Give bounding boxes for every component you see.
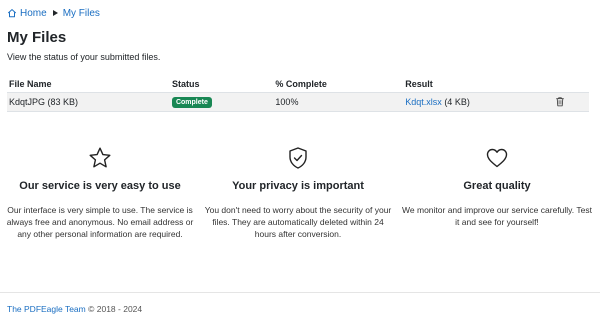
star-icon bbox=[89, 147, 111, 168]
feature-description: You don't need to worry about the securi… bbox=[204, 205, 392, 239]
footer-team-link[interactable]: The PDFEagle Team bbox=[7, 304, 86, 314]
column-header-file-name: File Name bbox=[7, 75, 170, 93]
trash-icon bbox=[555, 96, 564, 106]
result-download-link[interactable]: Kdqt.xlsx bbox=[405, 97, 442, 107]
column-header-status: Status bbox=[169, 75, 274, 93]
feature-privacy: Your privacy is important You don't need… bbox=[203, 146, 393, 239]
breadcrumb-home-label: Home bbox=[20, 7, 47, 19]
feature-description: Our interface is very simple to use. The… bbox=[6, 205, 194, 239]
delete-button[interactable] bbox=[555, 96, 565, 107]
feature-title: Our service is very easy to use bbox=[19, 180, 181, 192]
table-header-row: File Name Status % Complete Result bbox=[7, 75, 589, 93]
status-cell: Complete bbox=[169, 92, 274, 112]
result-size: (4 KB) bbox=[444, 97, 470, 107]
column-header-result: Result bbox=[403, 75, 553, 93]
table-row: KdqtJPG (83 KB) Complete 100% Kdqt.xlsx … bbox=[7, 92, 589, 112]
actions-cell bbox=[552, 92, 589, 112]
page-subtitle: View the status of your submitted files. bbox=[7, 52, 161, 62]
feature-title: Great quality bbox=[463, 180, 531, 192]
footer-divider bbox=[0, 292, 600, 293]
column-header-percent-complete: % Complete bbox=[273, 75, 404, 93]
home-icon bbox=[7, 9, 17, 18]
breadcrumb-current-link[interactable]: My Files bbox=[63, 8, 100, 19]
features-section: Our service is very easy to use Our inte… bbox=[0, 146, 600, 266]
footer: The PDFEagle Team © 2018 - 2024 bbox=[7, 304, 142, 314]
page-title: My Files bbox=[7, 29, 67, 46]
footer-copyright: © 2018 - 2024 bbox=[88, 304, 143, 314]
percent-complete-cell: 100% bbox=[273, 92, 404, 112]
breadcrumb-home-link[interactable]: Home bbox=[7, 8, 47, 19]
file-name-cell: KdqtJPG (83 KB) bbox=[7, 92, 170, 112]
result-cell: Kdqt.xlsx (4 KB) bbox=[403, 92, 553, 112]
heart-icon bbox=[486, 148, 508, 168]
breadcrumb-separator-icon bbox=[52, 10, 58, 16]
shield-check-icon bbox=[289, 147, 307, 169]
status-badge: Complete bbox=[171, 97, 212, 108]
files-table: File Name Status % Complete Result KdqtJ… bbox=[7, 75, 589, 112]
feature-easy-to-use: Our service is very easy to use Our inte… bbox=[5, 146, 195, 239]
feature-quality: Great quality We monitor and improve our… bbox=[402, 146, 592, 227]
column-header-actions bbox=[552, 75, 589, 93]
breadcrumb: Home My Files bbox=[7, 6, 100, 20]
feature-description: We monitor and improve our service caref… bbox=[402, 205, 592, 227]
feature-title: Your privacy is important bbox=[232, 180, 364, 192]
